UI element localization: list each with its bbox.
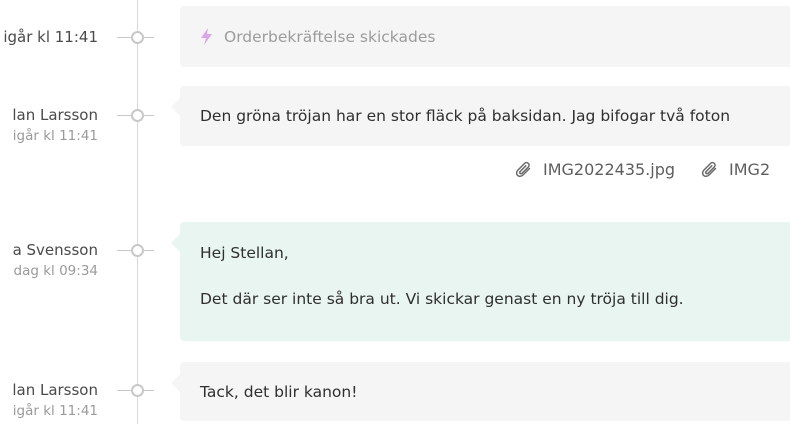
timeline-node bbox=[117, 109, 154, 122]
message-meta: lan Larsson igår kl 11:41 bbox=[12, 380, 98, 421]
message-time: igår kl 11:41 bbox=[12, 128, 98, 144]
timeline-node bbox=[117, 244, 154, 257]
message-meta: lan Larsson igår kl 11:41 bbox=[12, 105, 98, 146]
message-author: lan Larsson bbox=[12, 106, 98, 124]
message-time: dag kl 09:34 bbox=[13, 263, 98, 279]
message-bubble: Hej Stellan, Det där ser inte så bra ut.… bbox=[171, 222, 790, 341]
system-event-text: Orderbekräftelse skickades bbox=[224, 27, 436, 46]
message-meta: a Svensson dag kl 09:34 bbox=[13, 240, 98, 281]
paperclip-icon bbox=[701, 161, 717, 177]
message-text: Tack, det blir kanon! bbox=[200, 383, 358, 401]
attachment-name: IMG2022435.jpg bbox=[543, 160, 676, 179]
attachment[interactable]: IMG2022435.jpg bbox=[515, 160, 675, 179]
event-meta: igår kl 11:41 bbox=[3, 27, 98, 47]
attachment-name: IMG2 bbox=[729, 160, 771, 179]
message-bubble: Den gröna tröjan har en stor fläck på ba… bbox=[171, 86, 790, 146]
message-bubble: Tack, det blir kanon! bbox=[171, 362, 790, 421]
message-author: a Svensson bbox=[12, 241, 98, 259]
message-time: igår kl 11:41 bbox=[12, 403, 98, 419]
message-text: Den gröna tröjan har en stor fläck på ba… bbox=[200, 107, 731, 125]
timeline-node bbox=[117, 31, 154, 44]
paperclip-icon bbox=[515, 161, 531, 177]
message-greeting: Hej Stellan, bbox=[200, 244, 289, 262]
system-event: Orderbekräftelse skickades bbox=[180, 6, 790, 67]
timeline-line bbox=[137, 0, 138, 424]
message-text: Det där ser inte så bra ut. Vi skickar g… bbox=[200, 290, 684, 308]
attachment[interactable]: IMG2 bbox=[701, 160, 770, 179]
timeline-node bbox=[117, 384, 154, 397]
event-time: igår kl 11:41 bbox=[3, 28, 98, 46]
attachment-list: IMG2022435.jpg IMG2 bbox=[515, 160, 790, 179]
message-author: lan Larsson bbox=[12, 381, 98, 399]
lightning-icon bbox=[201, 28, 212, 45]
